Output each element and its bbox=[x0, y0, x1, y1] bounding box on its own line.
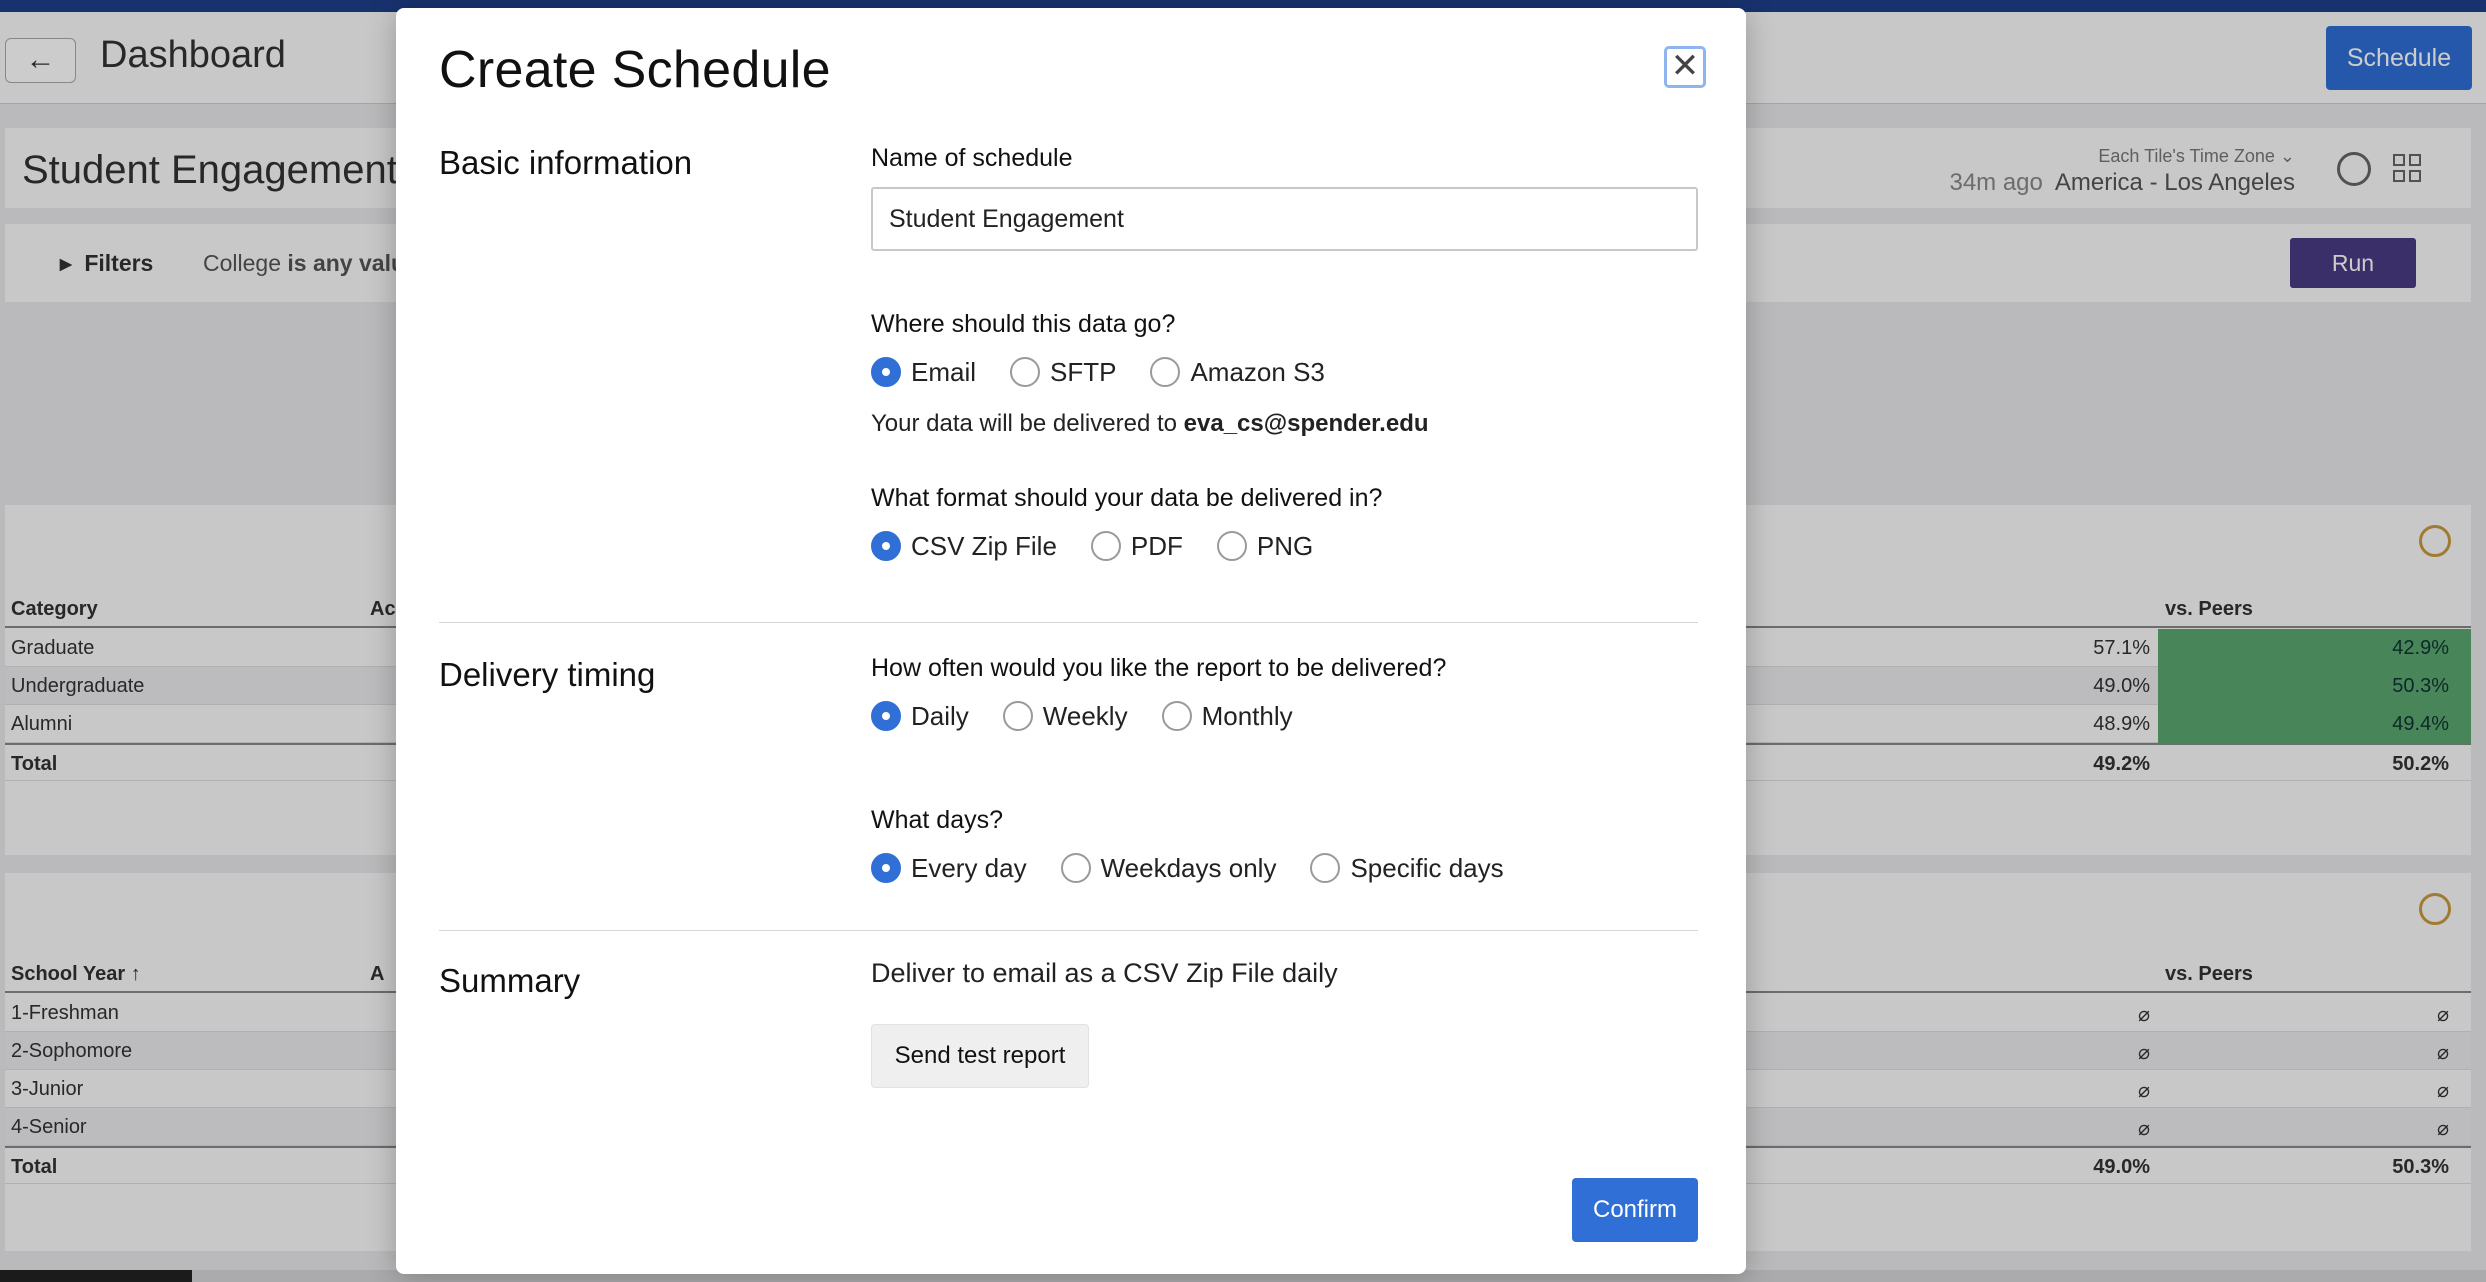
format-label: What format should your data be delivere… bbox=[871, 484, 1383, 512]
delivery-destination-text: Your data will be delivered to eva_cs@sp… bbox=[871, 410, 1429, 437]
destination-sftp-radio[interactable]: SFTP bbox=[1010, 357, 1116, 388]
radio-empty-icon bbox=[1310, 853, 1341, 883]
radio-empty-icon bbox=[1216, 531, 1247, 561]
radio-selected-icon bbox=[871, 853, 901, 883]
destination-s3-radio[interactable]: Amazon S3 bbox=[1150, 357, 1325, 388]
close-button[interactable]: ✕ bbox=[1664, 46, 1706, 88]
close-icon: ✕ bbox=[1670, 47, 1700, 85]
section-divider bbox=[439, 622, 1698, 623]
radio-selected-icon bbox=[871, 531, 901, 561]
radio-empty-icon bbox=[1161, 701, 1192, 731]
days-radio-group: Every day Weekdays only Specific days bbox=[871, 850, 1538, 886]
frequency-label: How often would you like the report to b… bbox=[871, 654, 1447, 682]
format-radio-group: CSV Zip File PDF PNG bbox=[871, 528, 1347, 564]
format-pdf-radio[interactable]: PDF bbox=[1090, 531, 1183, 562]
schedule-name-input[interactable] bbox=[871, 187, 1698, 251]
radio-empty-icon bbox=[1090, 531, 1121, 561]
confirm-button[interactable]: Confirm bbox=[1572, 1178, 1698, 1242]
radio-empty-icon bbox=[1010, 357, 1041, 387]
days-weekdays-radio[interactable]: Weekdays only bbox=[1060, 853, 1276, 884]
radio-empty-icon bbox=[1060, 853, 1091, 883]
format-png-radio[interactable]: PNG bbox=[1216, 531, 1313, 562]
delivery-email: eva_cs@spender.edu bbox=[1183, 410, 1429, 437]
modal-title: Create Schedule bbox=[439, 41, 831, 99]
send-test-report-button[interactable]: Send test report bbox=[871, 1024, 1089, 1088]
schedule-summary-text: Deliver to email as a CSV Zip File daily bbox=[871, 958, 1338, 988]
schedule-name-label: Name of schedule bbox=[871, 144, 1073, 172]
frequency-daily-radio[interactable]: Daily bbox=[871, 701, 969, 732]
destination-radio-group: Email SFTP Amazon S3 bbox=[871, 354, 1359, 390]
section-delivery-timing: Delivery timing bbox=[439, 656, 656, 693]
frequency-weekly-radio[interactable]: Weekly bbox=[1002, 701, 1128, 732]
create-schedule-modal: Create Schedule ✕ Basic information Name… bbox=[396, 8, 1746, 1274]
radio-empty-icon bbox=[1002, 701, 1033, 731]
destination-email-radio[interactable]: Email bbox=[871, 357, 976, 388]
frequency-monthly-radio[interactable]: Monthly bbox=[1161, 701, 1293, 732]
days-every-day-radio[interactable]: Every day bbox=[871, 853, 1027, 884]
section-divider bbox=[439, 930, 1698, 931]
days-label: What days? bbox=[871, 806, 1004, 834]
section-basic-information: Basic information bbox=[439, 144, 693, 181]
radio-selected-icon bbox=[871, 357, 901, 387]
section-summary: Summary bbox=[439, 962, 581, 999]
destination-label: Where should this data go? bbox=[871, 310, 1176, 338]
days-specific-radio[interactable]: Specific days bbox=[1310, 853, 1504, 884]
format-csv-radio[interactable]: CSV Zip File bbox=[871, 531, 1057, 562]
frequency-radio-group: Daily Weekly Monthly bbox=[871, 698, 1327, 734]
radio-selected-icon bbox=[871, 701, 901, 731]
radio-empty-icon bbox=[1150, 357, 1181, 387]
